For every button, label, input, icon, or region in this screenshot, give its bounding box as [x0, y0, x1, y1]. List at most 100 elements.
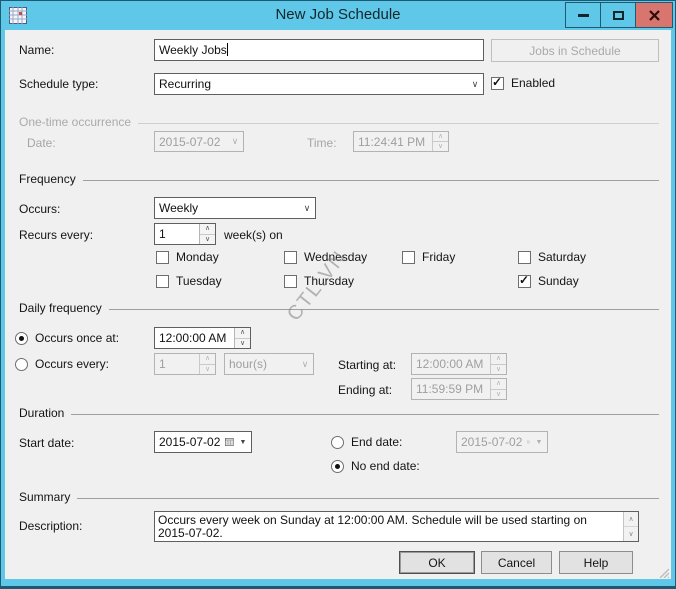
- checkbox[interactable]: ✓: [284, 275, 297, 288]
- chevron-down-icon: ∨: [297, 359, 313, 370]
- occurs-once-radio[interactable]: [15, 332, 28, 345]
- spin-down-icon: ∨: [235, 339, 250, 349]
- day-label: Saturday: [538, 250, 586, 264]
- resize-grip[interactable]: [657, 566, 669, 578]
- checkbox[interactable]: ✓: [518, 251, 531, 264]
- schedule-type-label: Schedule type:: [19, 77, 98, 91]
- ending-at-spinner: 11:59:59 PM ∧∨: [411, 378, 507, 400]
- text-caret: [227, 43, 228, 56]
- spin-up-icon: ∧: [235, 328, 250, 339]
- dropdown-triangle-icon[interactable]: ▼: [235, 439, 251, 446]
- maximize-icon: [613, 11, 624, 20]
- maximize-button[interactable]: [600, 2, 636, 28]
- ok-button[interactable]: OK: [399, 551, 475, 574]
- enabled-checkbox[interactable]: ✓: [491, 77, 504, 90]
- radio-dot: [19, 336, 24, 341]
- no-end-date-radio[interactable]: [331, 460, 344, 473]
- new-job-schedule-dialog: New Job Schedule CTL.VN Name: Weekly Job…: [0, 0, 676, 589]
- one-time-date-value: 2015-07-02: [155, 135, 227, 149]
- no-end-date-radio-row[interactable]: No end date:: [331, 459, 420, 473]
- chevron-down-icon[interactable]: ∨: [467, 79, 483, 90]
- spinner-buttons[interactable]: ∧∨: [234, 328, 250, 348]
- end-date-radio-row[interactable]: End date:: [331, 435, 402, 449]
- day-label: Tuesday: [176, 274, 222, 288]
- jobs-in-schedule-button: Jobs in Schedule: [491, 39, 659, 62]
- scroll-down-icon[interactable]: ∨: [624, 527, 638, 541]
- spinner-buttons[interactable]: ∧∨: [199, 224, 215, 244]
- end-date-label: End date:: [351, 435, 402, 449]
- spin-up-icon: ∧: [491, 354, 506, 365]
- calendar-icon: [527, 436, 530, 448]
- title-bar[interactable]: New Job Schedule: [1, 1, 675, 30]
- end-date-picker: 2015-07-02 ▼: [456, 431, 548, 453]
- spinner-buttons: ∧∨: [432, 132, 448, 151]
- day-checkbox-friday[interactable]: ✓ Friday: [402, 250, 455, 264]
- day-checkbox-monday[interactable]: ✓ Monday: [156, 250, 219, 264]
- help-button[interactable]: Help: [559, 551, 633, 574]
- schedule-type-select[interactable]: Recurring ∨: [154, 73, 484, 95]
- occurs-every-stepper: 1 ∧∨: [154, 353, 216, 375]
- recurs-every-stepper[interactable]: 1 ∧∨: [154, 223, 216, 245]
- start-date-label: Start date:: [19, 436, 74, 450]
- occurs-select[interactable]: Weekly ∨: [154, 197, 316, 219]
- day-checkbox-thursday[interactable]: ✓ Thursday: [284, 274, 354, 288]
- description-text: Occurs every week on Sunday at 12:00:00 …: [155, 512, 623, 541]
- end-date-radio[interactable]: [331, 436, 344, 449]
- checkbox[interactable]: ✓: [518, 275, 531, 288]
- close-icon: [649, 10, 660, 21]
- schedule-type-value: Recurring: [155, 77, 467, 91]
- occurs-once-time-spinner[interactable]: 12:00:00 AM ∧∨: [154, 327, 251, 349]
- name-label: Name:: [19, 43, 54, 57]
- start-date-picker[interactable]: 2015-07-02 ▼: [154, 431, 252, 453]
- day-label: Thursday: [304, 274, 354, 288]
- ending-at-label: Ending at:: [338, 383, 392, 397]
- dropdown-triangle-icon: ▼: [531, 439, 547, 446]
- dialog-body: CTL.VN Name: Weekly Jobs Jobs in Schedul…: [5, 30, 671, 579]
- radio-dot: [335, 464, 340, 469]
- day-label: Friday: [422, 250, 455, 264]
- spin-down-icon: ∨: [491, 390, 506, 400]
- ending-at-value: 11:59:59 PM: [412, 382, 490, 396]
- scroll-up-icon[interactable]: ∧: [624, 512, 638, 527]
- occurs-every-radio[interactable]: [15, 358, 28, 371]
- day-checkbox-tuesday[interactable]: ✓ Tuesday: [156, 274, 222, 288]
- spin-down-icon: ∨: [491, 365, 506, 375]
- occurs-every-radio-row[interactable]: Occurs every:: [15, 357, 109, 371]
- occurs-once-time-value: 12:00:00 AM: [155, 331, 234, 345]
- name-input[interactable]: Weekly Jobs: [154, 39, 484, 61]
- checkbox[interactable]: ✓: [156, 251, 169, 264]
- checkbox[interactable]: ✓: [156, 275, 169, 288]
- date-label: Date:: [27, 136, 56, 150]
- day-checkbox-wednesday[interactable]: ✓ Wednesday: [284, 250, 367, 264]
- minimize-button[interactable]: [565, 2, 601, 28]
- enabled-checkbox-row[interactable]: ✓ Enabled: [491, 76, 555, 90]
- spin-up-icon: ∧: [433, 132, 448, 142]
- frequency-title: Frequency: [19, 172, 76, 186]
- checkbox[interactable]: ✓: [284, 251, 297, 264]
- cancel-button[interactable]: Cancel: [481, 551, 552, 574]
- one-time-time-spinner: 11:24:41 PM ∧∨: [353, 131, 449, 152]
- day-label: Wednesday: [304, 250, 367, 264]
- occurs-once-label: Occurs once at:: [35, 331, 119, 345]
- close-button[interactable]: [635, 2, 673, 28]
- weeks-on-label: week(s) on: [224, 228, 283, 242]
- frequency-section-header: Frequency: [19, 172, 659, 186]
- spin-down-icon: ∨: [433, 142, 448, 151]
- spinner-buttons: ∧∨: [199, 354, 215, 374]
- minimize-icon: [578, 14, 589, 17]
- occurs-label: Occurs:: [19, 202, 60, 216]
- occurs-once-radio-row[interactable]: Occurs once at:: [15, 331, 119, 345]
- description-scrollbar[interactable]: ∧ ∨: [623, 512, 638, 541]
- duration-title: Duration: [19, 406, 64, 420]
- end-date-value: 2015-07-02: [457, 435, 526, 449]
- checkbox[interactable]: ✓: [402, 251, 415, 264]
- name-value: Weekly Jobs: [159, 43, 227, 57]
- recurs-every-label: Recurs every:: [19, 228, 93, 242]
- description-textarea[interactable]: Occurs every week on Sunday at 12:00:00 …: [154, 511, 639, 542]
- chevron-down-icon[interactable]: ∨: [299, 203, 315, 214]
- summary-title: Summary: [19, 490, 70, 504]
- no-end-date-label: No end date:: [351, 459, 420, 473]
- day-checkbox-saturday[interactable]: ✓ Saturday: [518, 250, 586, 264]
- day-checkbox-sunday[interactable]: ✓ Sunday: [518, 274, 579, 288]
- day-label: Monday: [176, 250, 219, 264]
